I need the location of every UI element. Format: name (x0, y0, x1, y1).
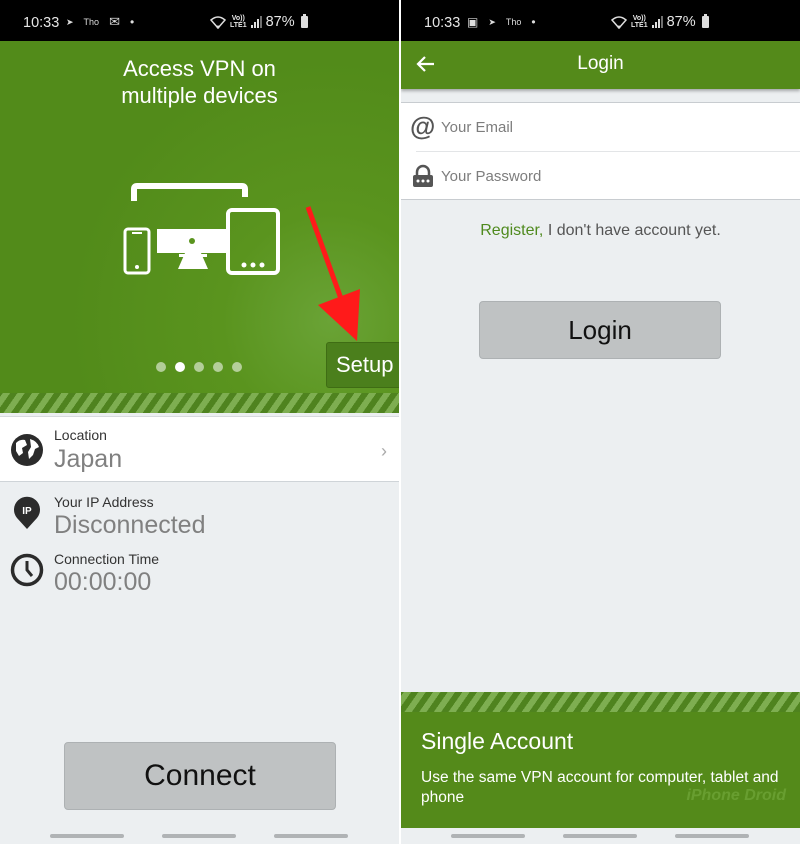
ip-label: Your IP Address (54, 494, 154, 510)
login-button[interactable]: Login (479, 301, 721, 359)
at-sign-icon: @ (410, 111, 436, 141)
lock-icon (413, 164, 433, 187)
setup-button[interactable]: Setup (326, 342, 399, 388)
onboarding-carousel[interactable]: Access VPN on multiple devices Setup (0, 41, 399, 393)
connect-button[interactable]: Connect (64, 742, 336, 810)
ip-pin-icon: IP (14, 496, 40, 529)
carousel-title-line2: multiple devices (121, 83, 278, 108)
signal-icon (250, 16, 262, 28)
login-screen: 10:33 ▣ ➤ Tho • Vo)) LTE1 87% Login @ Yo… (401, 0, 800, 844)
page-dot[interactable] (213, 362, 223, 372)
notification-icons: ➤ Tho ✉ • (66, 14, 135, 30)
svg-text:IP: IP (22, 506, 32, 517)
volte-icon: Vo)) LTE1 (631, 15, 648, 29)
volte-icon: Vo)) LTE1 (230, 15, 247, 29)
ip-value: Disconnected (54, 511, 206, 539)
gallery-icon: ▣ (467, 15, 479, 29)
globe-icon (11, 434, 43, 466)
page-title: Login (577, 53, 624, 74)
register-link[interactable]: Register, (480, 222, 543, 239)
nav-handle[interactable] (563, 834, 637, 838)
carousel-title-line1: Access VPN on (123, 56, 276, 81)
nav-handle[interactable] (162, 834, 236, 838)
page-dot-active[interactable] (175, 362, 185, 372)
battery-percent: 87% (666, 14, 696, 30)
location-value: Japan (54, 445, 123, 473)
app-bar: Login (401, 41, 800, 89)
notification-icons: ▣ ➤ Tho • (467, 15, 536, 29)
login-form: @ (401, 102, 800, 200)
gesture-nav-bar (401, 828, 800, 844)
carousel-title: Access VPN on multiple devices (0, 55, 399, 109)
nav-handle[interactable] (274, 834, 348, 838)
status-time: 10:33 (23, 15, 60, 31)
more-dot-icon: • (129, 15, 135, 29)
system-icons: Vo)) LTE1 87% (611, 14, 709, 30)
location-label: Location (54, 427, 107, 443)
more-dot-icon: • (531, 15, 536, 29)
register-prompt: Register, I don't have account yet. (401, 222, 800, 240)
red-annotation-arrow-icon (305, 206, 360, 341)
battery-percent: 87% (265, 14, 295, 30)
page-dot[interactable] (194, 362, 204, 372)
wifi-icon (611, 15, 627, 29)
email-input[interactable] (441, 113, 781, 141)
connection-time-value: 00:00:00 (54, 568, 152, 596)
register-text: I don't have account yet. (543, 222, 721, 239)
navigation-icon: ➤ (66, 17, 74, 27)
page-dot[interactable] (232, 362, 242, 372)
status-time: 10:33 (424, 15, 461, 31)
clock-icon (10, 553, 44, 587)
banner-title: Single Account (421, 728, 574, 754)
carousel-page-indicator[interactable] (156, 362, 242, 372)
battery-icon (300, 14, 308, 28)
gesture-nav-bar (0, 828, 399, 844)
status-bar: 10:33 ▣ ➤ Tho • Vo)) LTE1 87% (401, 0, 800, 41)
email-field-row: @ (401, 103, 800, 151)
navigation-icon: ➤ (488, 17, 496, 27)
chevron-right-icon: › (381, 441, 387, 461)
signal-icon (651, 16, 663, 28)
connection-time-label: Connection Time (54, 551, 160, 567)
vpn-home-screen: 10:33 ➤ Tho ✉ • Vo)) LTE1 87% Access VPN … (0, 0, 399, 844)
carrier-icon: Tho (505, 17, 522, 27)
mail-icon: ✉ (109, 14, 120, 29)
status-bar: 10:33 ➤ Tho ✉ • Vo)) LTE1 87% (0, 0, 399, 41)
nav-handle[interactable] (451, 834, 525, 838)
striped-divider (401, 692, 800, 712)
back-arrow-icon[interactable] (415, 53, 437, 75)
multiple-devices-icon (123, 183, 280, 275)
watermark-logo: iPhone Droid (686, 787, 786, 804)
password-field-row (401, 152, 800, 200)
carrier-icon: Tho (83, 17, 100, 27)
nav-handle[interactable] (675, 834, 749, 838)
password-input[interactable] (441, 162, 781, 190)
wifi-icon (210, 15, 226, 29)
single-account-banner: Single Account Use the same VPN account … (401, 692, 800, 829)
battery-icon (701, 14, 709, 28)
page-dot[interactable] (156, 362, 166, 372)
striped-divider (0, 393, 399, 413)
nav-handle[interactable] (50, 834, 124, 838)
location-selector[interactable]: Location Japan › (0, 416, 399, 482)
system-icons: Vo)) LTE1 87% (210, 14, 308, 30)
